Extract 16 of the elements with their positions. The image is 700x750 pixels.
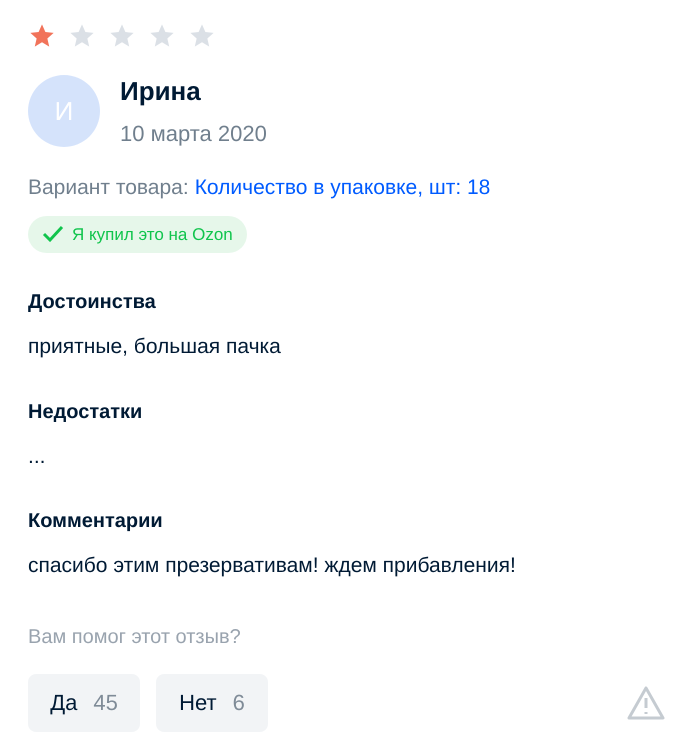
vote-button[interactable]: Нет 6 xyxy=(156,674,268,732)
checkmark-icon xyxy=(42,225,64,244)
variant-value: Количество в упаковке, шт: 18 xyxy=(194,175,490,201)
author-name: Ирина xyxy=(120,75,202,108)
variant-label: Вариант товара: xyxy=(28,175,189,201)
section-title: Достоинства xyxy=(28,290,157,315)
section-title: Недостатки xyxy=(28,400,144,424)
section-text: приятные, большая пачка xyxy=(28,334,282,360)
section-text: ... xyxy=(28,444,47,470)
verified-badge: Я купил это на Ozon xyxy=(28,216,247,253)
warning-icon[interactable] xyxy=(626,684,666,720)
review-date: 10 марта 2020 xyxy=(120,120,267,148)
helpful-question: Вам помог этот отзыв? xyxy=(28,624,242,650)
section-text: спасибо этим презервативам! ждем прибавления! xyxy=(28,553,517,579)
vote-button[interactable]: Да 45 xyxy=(28,674,140,732)
section-title: Комментарии xyxy=(28,509,164,534)
